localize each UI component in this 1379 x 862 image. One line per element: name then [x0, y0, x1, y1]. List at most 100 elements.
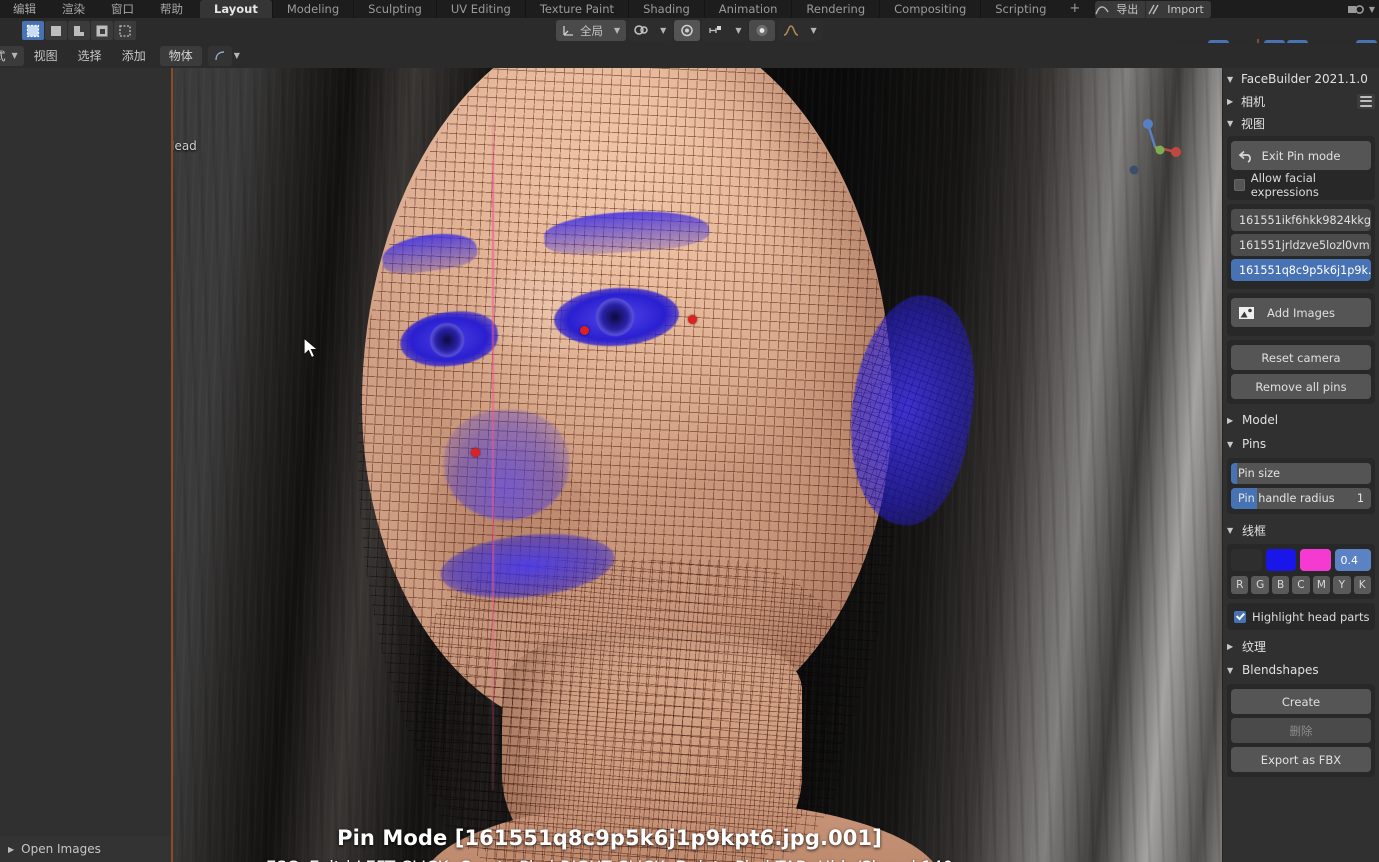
- select-extend-button[interactable]: [68, 21, 90, 40]
- wire-color-swatch-2[interactable]: [1300, 549, 1331, 571]
- menu-render[interactable]: 渲染: [49, 0, 98, 18]
- menu-window[interactable]: 窗口: [98, 0, 147, 18]
- viewport-menu-object[interactable]: 物体: [159, 45, 202, 66]
- allow-facial-expressions-checkbox[interactable]: [1234, 178, 1245, 191]
- channel-button-k[interactable]: K: [1353, 576, 1371, 594]
- camera-section-header[interactable]: ▶ 相机: [1223, 90, 1379, 112]
- reset-camera-button[interactable]: Reset camera: [1231, 345, 1371, 370]
- channel-button-m[interactable]: M: [1312, 576, 1331, 594]
- tab-import[interactable]: Import: [1160, 1, 1211, 18]
- menu-help[interactable]: 帮助: [147, 0, 196, 18]
- transform-orientation-dropdown[interactable]: 全局 ▼: [556, 20, 627, 41]
- tool-header-row: 全局 ▼ ▼ ▼ ▼: [0, 18, 1379, 61]
- wireframe-section-header[interactable]: ▼ 线框: [1223, 518, 1379, 542]
- highlight-head-parts-row[interactable]: Highlight head parts: [1231, 606, 1371, 627]
- chevron-down-icon: ▼: [1227, 118, 1234, 128]
- allow-facial-expressions-row[interactable]: Allow facial expressions: [1231, 171, 1371, 199]
- chevron-down-icon[interactable]: ▼: [614, 26, 620, 35]
- tab-uv-editing[interactable]: UV Editing: [435, 0, 525, 18]
- tab-shading[interactable]: Shading: [628, 0, 704, 18]
- tab-scripting[interactable]: Scripting: [980, 0, 1060, 18]
- select-subtract-button[interactable]: [91, 21, 113, 40]
- pins-section-body: Pin size Pin handle radius 1: [1227, 458, 1375, 514]
- tab-compositing[interactable]: Compositing: [879, 0, 980, 18]
- chevron-down-icon[interactable]: ▼: [660, 26, 666, 35]
- proportional-edit-toggle[interactable]: [674, 20, 701, 41]
- pin-size-fill: [1231, 463, 1237, 484]
- pins-section-header[interactable]: ▼ Pins: [1223, 432, 1379, 456]
- camera-actions-box: Reset camera Remove all pins: [1227, 340, 1375, 404]
- model-section-header[interactable]: ▶ Model: [1223, 408, 1379, 432]
- select-invert-button[interactable]: [114, 21, 136, 40]
- channel-button-c[interactable]: C: [1292, 576, 1310, 594]
- 3d-viewport[interactable]: 相机透视 (1) Collection | FaceBuilderHead Pi…: [0, 40, 1379, 862]
- select-box-button[interactable]: [22, 21, 44, 40]
- tab-sculpting[interactable]: Sculpting: [353, 0, 436, 18]
- highlight-head-parts-checkbox[interactable]: [1234, 610, 1246, 623]
- reset-camera-label: Reset camera: [1261, 350, 1341, 365]
- select-set-button[interactable]: [45, 21, 67, 40]
- viewport-menu-select[interactable]: 选择: [68, 47, 112, 64]
- hamburger-menu-icon[interactable]: [1357, 93, 1375, 109]
- snap-magnet-dropdown[interactable]: ▼: [628, 20, 673, 41]
- add-images-button[interactable]: Add Images: [1231, 298, 1371, 327]
- wire-color-swatch-1[interactable]: [1265, 549, 1296, 571]
- pivot-point-dropdown[interactable]: [207, 45, 232, 66]
- pin-marker[interactable]: [471, 448, 480, 457]
- menu-edit[interactable]: 编辑: [0, 0, 49, 18]
- channel-button-g[interactable]: G: [1251, 576, 1269, 594]
- channel-button-b[interactable]: B: [1271, 576, 1290, 594]
- list-item[interactable]: 161551ikf6hkk9824kkg...: [1231, 209, 1371, 231]
- channel-button-r[interactable]: R: [1231, 576, 1249, 594]
- chevron-down-icon[interactable]: ▼: [810, 26, 816, 35]
- tab-modeling[interactable]: Modeling: [271, 0, 353, 18]
- pivot-icon: [215, 50, 224, 60]
- pin-mode-title: Pin Mode [161551q8c9p5k6j1p9kpt6.jpg.001…: [337, 826, 882, 850]
- chevron-down-icon[interactable]: ▼: [1369, 5, 1375, 14]
- pin-handle-radius-value: 1: [1356, 492, 1364, 505]
- interaction-mode-value: 式: [0, 48, 6, 64]
- addon-header[interactable]: ▼ FaceBuilder 2021.1.0: [1223, 68, 1379, 90]
- create-blendshapes-button[interactable]: Create: [1231, 689, 1371, 714]
- pin-marker[interactable]: [580, 326, 589, 335]
- chevron-down-icon[interactable]: ▼: [234, 51, 240, 60]
- proportional-falloff-button[interactable]: [749, 20, 776, 41]
- chevron-down-icon: ▼: [1227, 525, 1234, 535]
- wire-color-swatch-0[interactable]: [1231, 549, 1262, 571]
- tab-layout[interactable]: Layout: [200, 0, 272, 18]
- open-images-panel-header[interactable]: ▶ Open Images: [0, 836, 171, 862]
- delete-blendshapes-button[interactable]: 删除: [1231, 718, 1371, 743]
- pin-handle-radius-slider[interactable]: Pin handle radius 1: [1231, 488, 1371, 509]
- wire-opacity-field[interactable]: 0.4: [1334, 549, 1371, 571]
- chevron-right-icon: ▶: [8, 844, 15, 854]
- pin-marker[interactable]: [688, 315, 697, 324]
- tab-export[interactable]: 导出: [1109, 1, 1145, 18]
- tab-animation[interactable]: Animation: [703, 0, 792, 18]
- texture-section-header[interactable]: ▶ 纹理: [1223, 634, 1379, 658]
- exit-pin-mode-button[interactable]: Exit Pin mode: [1231, 141, 1371, 170]
- tab-rendering[interactable]: Rendering: [791, 0, 879, 18]
- chevron-down-icon[interactable]: ▼: [12, 51, 18, 60]
- list-item-selected[interactable]: 161551q8c9p5k6j1p9k...: [1231, 259, 1371, 281]
- channel-button-y[interactable]: Y: [1333, 576, 1351, 594]
- tab-texture-paint[interactable]: Texture Paint: [524, 0, 628, 18]
- chevron-down-icon[interactable]: ▼: [735, 26, 741, 35]
- viewport-menu-view[interactable]: 视图: [24, 47, 68, 64]
- chevron-right-icon: ▶: [1227, 96, 1234, 106]
- view-section-header[interactable]: ▼ 视图: [1223, 112, 1379, 134]
- add-workspace-button[interactable]: +: [1060, 0, 1089, 18]
- blendshapes-section-header[interactable]: ▼ Blendshapes: [1223, 658, 1379, 682]
- snap-increment-dropdown[interactable]: ▼: [702, 20, 748, 41]
- axis-gizmo[interactable]: [1126, 118, 1184, 176]
- falloff-curve-dropdown[interactable]: ▼: [777, 20, 823, 41]
- remove-all-pins-button[interactable]: Remove all pins: [1231, 374, 1371, 399]
- remove-all-pins-label: Remove all pins: [1255, 379, 1347, 394]
- panel-splitter[interactable]: [171, 40, 173, 862]
- pin-size-slider[interactable]: Pin size: [1231, 463, 1371, 484]
- viewport-menu-add[interactable]: 添加: [112, 47, 156, 64]
- transform-orientation-value: 全局: [580, 23, 603, 38]
- export-as-fbx-button[interactable]: Export as FBX: [1231, 747, 1371, 772]
- interaction-mode-dropdown[interactable]: 式 ▼: [0, 45, 24, 66]
- highlight-head-parts-label: Highlight head parts: [1252, 609, 1370, 624]
- list-item[interactable]: 161551jrldzve5lozl0vm...: [1231, 234, 1371, 256]
